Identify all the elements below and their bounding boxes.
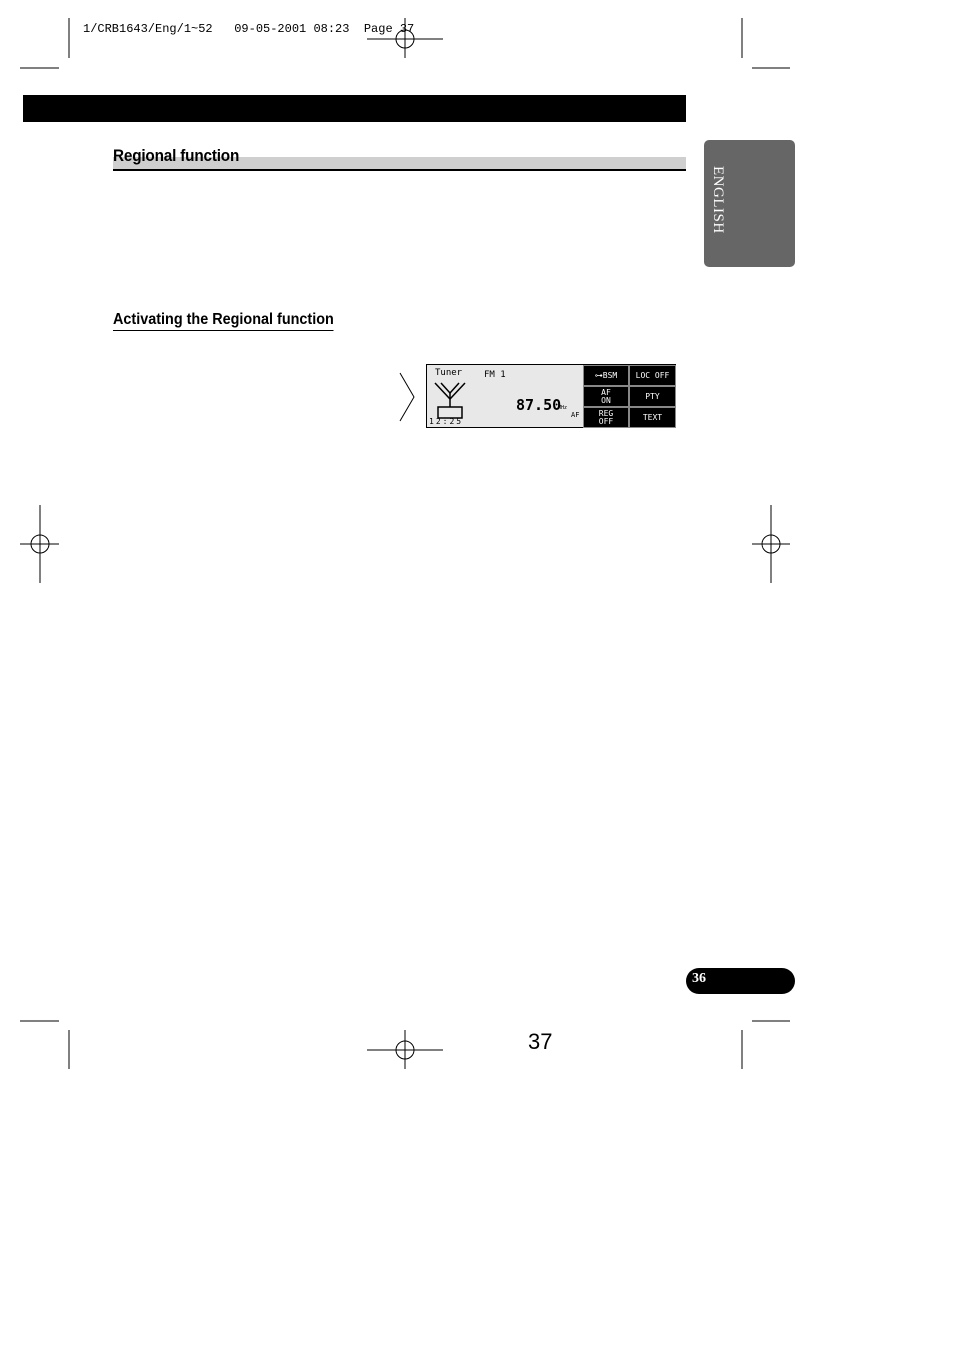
subsection-title: Activating the Regional function — [113, 311, 334, 331]
text-button[interactable]: TEXT — [629, 407, 676, 428]
crop-marks — [20, 18, 790, 1069]
source-label: Tuner — [435, 368, 463, 378]
clock: 12:25 — [429, 417, 464, 426]
header-bar — [23, 95, 686, 122]
frequency-unit: MHz — [558, 405, 568, 411]
print-slug: 1/CRB1643/Eng/1~52 09-05-2001 08:23 Page… — [83, 22, 415, 36]
manual-page: 1/CRB1643/Eng/1~52 09-05-2001 08:23 Page… — [0, 0, 954, 1351]
tuner-display: Tuner FM 1 12:25 87.50 MHz AF ⊶ BSM LOC O… — [426, 364, 676, 428]
bsm-button[interactable]: ⊶ BSM — [583, 365, 629, 386]
page-number: 37 — [528, 1029, 553, 1054]
frequency: 87.50 — [516, 396, 562, 414]
antenna-icon — [434, 382, 466, 419]
section-title: Regional function — [113, 146, 240, 165]
language-tab-label: ENGLISH — [710, 166, 726, 234]
af-on-button[interactable]: AF ON — [583, 386, 629, 407]
loc-off-button[interactable]: LOC OFF — [629, 365, 676, 386]
band-label: FM 1 — [484, 370, 506, 380]
af-indicator: AF — [571, 411, 580, 419]
page-badge-number: 36 — [692, 971, 706, 986]
reg-off-button[interactable]: REG OFF — [583, 407, 629, 428]
pty-button[interactable]: PTY — [629, 386, 676, 407]
section-title-rule — [113, 169, 686, 171]
